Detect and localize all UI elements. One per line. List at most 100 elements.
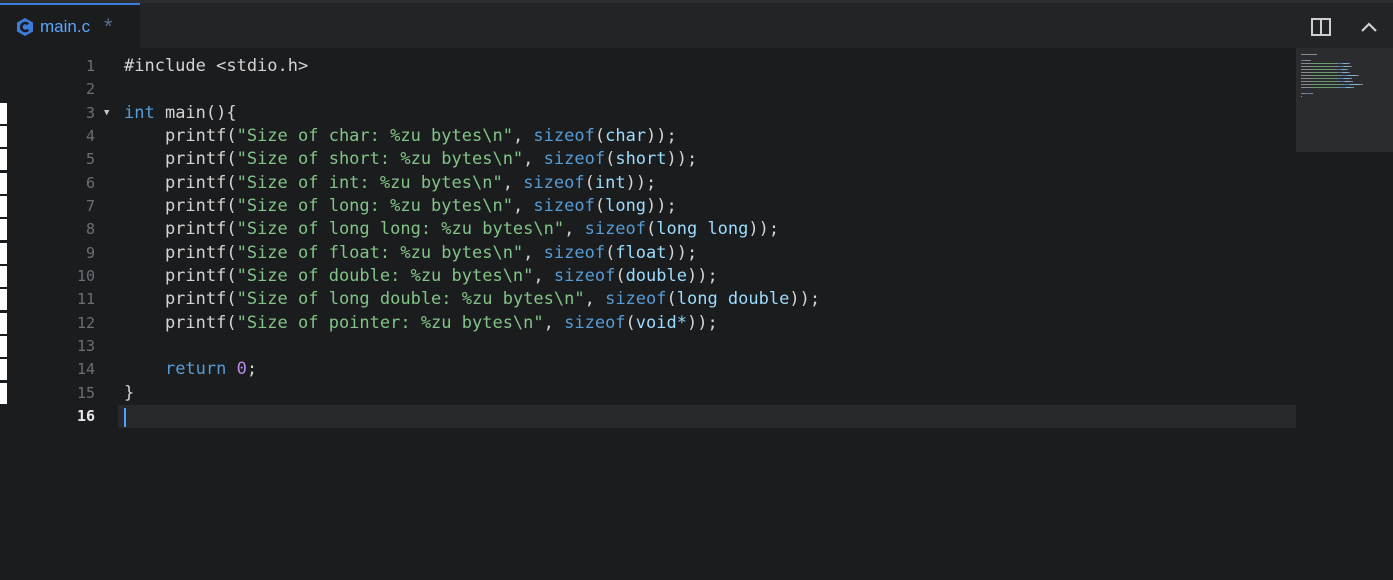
code-token: sizeof <box>543 149 606 169</box>
code-line[interactable]: printf("Size of double: %zu bytes\n", si… <box>124 265 718 288</box>
code-token: "Size of long: %zu bytes\n" <box>236 196 513 216</box>
minimap-line <box>1301 54 1317 55</box>
line-change-marker <box>0 266 7 287</box>
minimap-line <box>1311 75 1340 76</box>
minimap-line <box>1312 93 1313 94</box>
code-token: printf( <box>124 173 237 193</box>
line-number: 5 <box>85 150 95 168</box>
code-token: char <box>605 126 647 146</box>
code-token: ( <box>605 149 616 169</box>
code-token: sizeof <box>564 313 626 333</box>
line-change-marker <box>0 173 7 194</box>
code-token: , <box>523 149 544 169</box>
code-token: sizeof <box>553 266 616 286</box>
minimap-line <box>1301 75 1311 76</box>
minimap-line <box>1301 63 1311 64</box>
line-change-marker <box>0 313 7 334</box>
code-editor[interactable]: 1 2 3 ▼ 4 5 6 7 8 9 10 11 12 13 14 15 16 #include <stdio… <box>0 48 1393 580</box>
code-token: "Size of short: %zu bytes\n" <box>236 149 524 169</box>
code-token: , <box>543 313 565 333</box>
split-editor-icon[interactable] <box>1310 17 1332 37</box>
line-number: 11 <box>76 290 95 308</box>
code-token: "Size of char: %zu bytes\n" <box>236 126 513 146</box>
code-token: float <box>615 243 667 263</box>
code-line[interactable]: printf("Size of long double: %zu bytes\n… <box>124 288 820 311</box>
minimap-line <box>1301 96 1302 97</box>
code-line[interactable]: printf("Size of pointer: %zu bytes\n", s… <box>124 312 718 335</box>
code-line[interactable]: printf("Size of long: %zu bytes\n", size… <box>124 195 677 218</box>
code-token: )); <box>686 266 718 286</box>
code-token: "Size of long double: %zu bytes\n" <box>236 289 585 309</box>
chevron-up-icon[interactable] <box>1358 17 1380 37</box>
code-line[interactable]: #include <stdio.h> <box>124 55 308 78</box>
line-change-marker <box>0 243 7 264</box>
minimap-line <box>1311 87 1338 88</box>
code-token: )); <box>646 196 677 216</box>
minimap-line <box>1301 81 1311 82</box>
code-token: ( <box>594 196 606 216</box>
line-number: 7 <box>85 197 95 215</box>
code-token: "Size of float: %zu bytes\n" <box>236 243 524 263</box>
code-token: ; <box>246 359 258 379</box>
code-token: "Size of int: %zu bytes\n" <box>236 173 503 193</box>
code-token: ( <box>584 173 595 193</box>
code-token: long <box>605 196 647 216</box>
code-token: printf( <box>124 196 237 216</box>
code-line[interactable]: } <box>124 382 134 405</box>
code-line[interactable]: printf("Size of float: %zu bytes\n", siz… <box>124 242 697 265</box>
line-change-marker <box>0 383 7 404</box>
code-token: printf( <box>124 313 237 333</box>
minimap-line <box>1304 60 1311 61</box>
code-line[interactable]: int main(){ <box>124 102 237 125</box>
code-token: ( <box>625 313 636 333</box>
code-token: "Size of long long: %zu bytes\n" <box>236 219 565 239</box>
minimap-line <box>1301 66 1311 67</box>
tab-bar: main.c * <box>0 3 1393 48</box>
code-token: long double <box>676 289 790 309</box>
code-token: ( <box>605 243 616 263</box>
line-number: 16 <box>76 407 95 425</box>
line-change-marker <box>0 149 7 170</box>
code-token: sizeof <box>523 173 585 193</box>
code-token: #include <stdio.h> <box>124 56 309 76</box>
code-token: double <box>625 266 687 286</box>
code-line[interactable]: printf("Size of long long: %zu bytes\n",… <box>124 218 779 241</box>
line-number: 6 <box>85 174 95 192</box>
minimap-line <box>1311 81 1337 82</box>
line-number: 12 <box>76 314 95 332</box>
minimap-line <box>1301 78 1311 79</box>
code-token: void* <box>635 313 687 333</box>
unsaved-indicator[interactable]: * <box>104 14 113 40</box>
code-token: )); <box>666 243 698 263</box>
code-token: sizeof <box>543 243 606 263</box>
code-token: sizeof <box>605 289 667 309</box>
code-line[interactable]: printf("Size of short: %zu bytes\n", siz… <box>124 148 697 171</box>
line-number: 10 <box>76 267 95 285</box>
minimap-line <box>1301 84 1311 85</box>
code-token: sizeof <box>584 219 647 239</box>
code-token: printf( <box>124 266 237 286</box>
code-token: printf( <box>124 219 237 239</box>
code-token: int <box>124 103 155 123</box>
code-token: , <box>533 266 554 286</box>
code-token: ( <box>615 266 626 286</box>
minimap[interactable] <box>1296 48 1393 152</box>
code-line[interactable]: printf("Size of int: %zu bytes\n", sizeo… <box>124 172 656 195</box>
code-line[interactable]: printf("Size of char: %zu bytes\n", size… <box>124 125 677 148</box>
line-change-marker <box>0 219 7 240</box>
code-token: printf( <box>124 126 237 146</box>
code-token: "Size of pointer: %zu bytes\n" <box>236 313 544 333</box>
tab-main-c[interactable]: main.c * <box>0 3 140 48</box>
current-line-highlight <box>118 405 1296 428</box>
code-line[interactable]: return 0; <box>124 358 257 381</box>
code-token: printf( <box>124 289 237 309</box>
code-token: , <box>564 219 585 239</box>
minimap-line <box>1311 78 1336 79</box>
line-number: 8 <box>85 220 95 238</box>
fold-toggle-icon[interactable]: ▼ <box>104 102 114 125</box>
code-token: )); <box>789 289 821 309</box>
code-token: "Size of double: %zu bytes\n" <box>236 266 534 286</box>
code-token: printf( <box>124 149 237 169</box>
minimap-line <box>1311 66 1336 67</box>
